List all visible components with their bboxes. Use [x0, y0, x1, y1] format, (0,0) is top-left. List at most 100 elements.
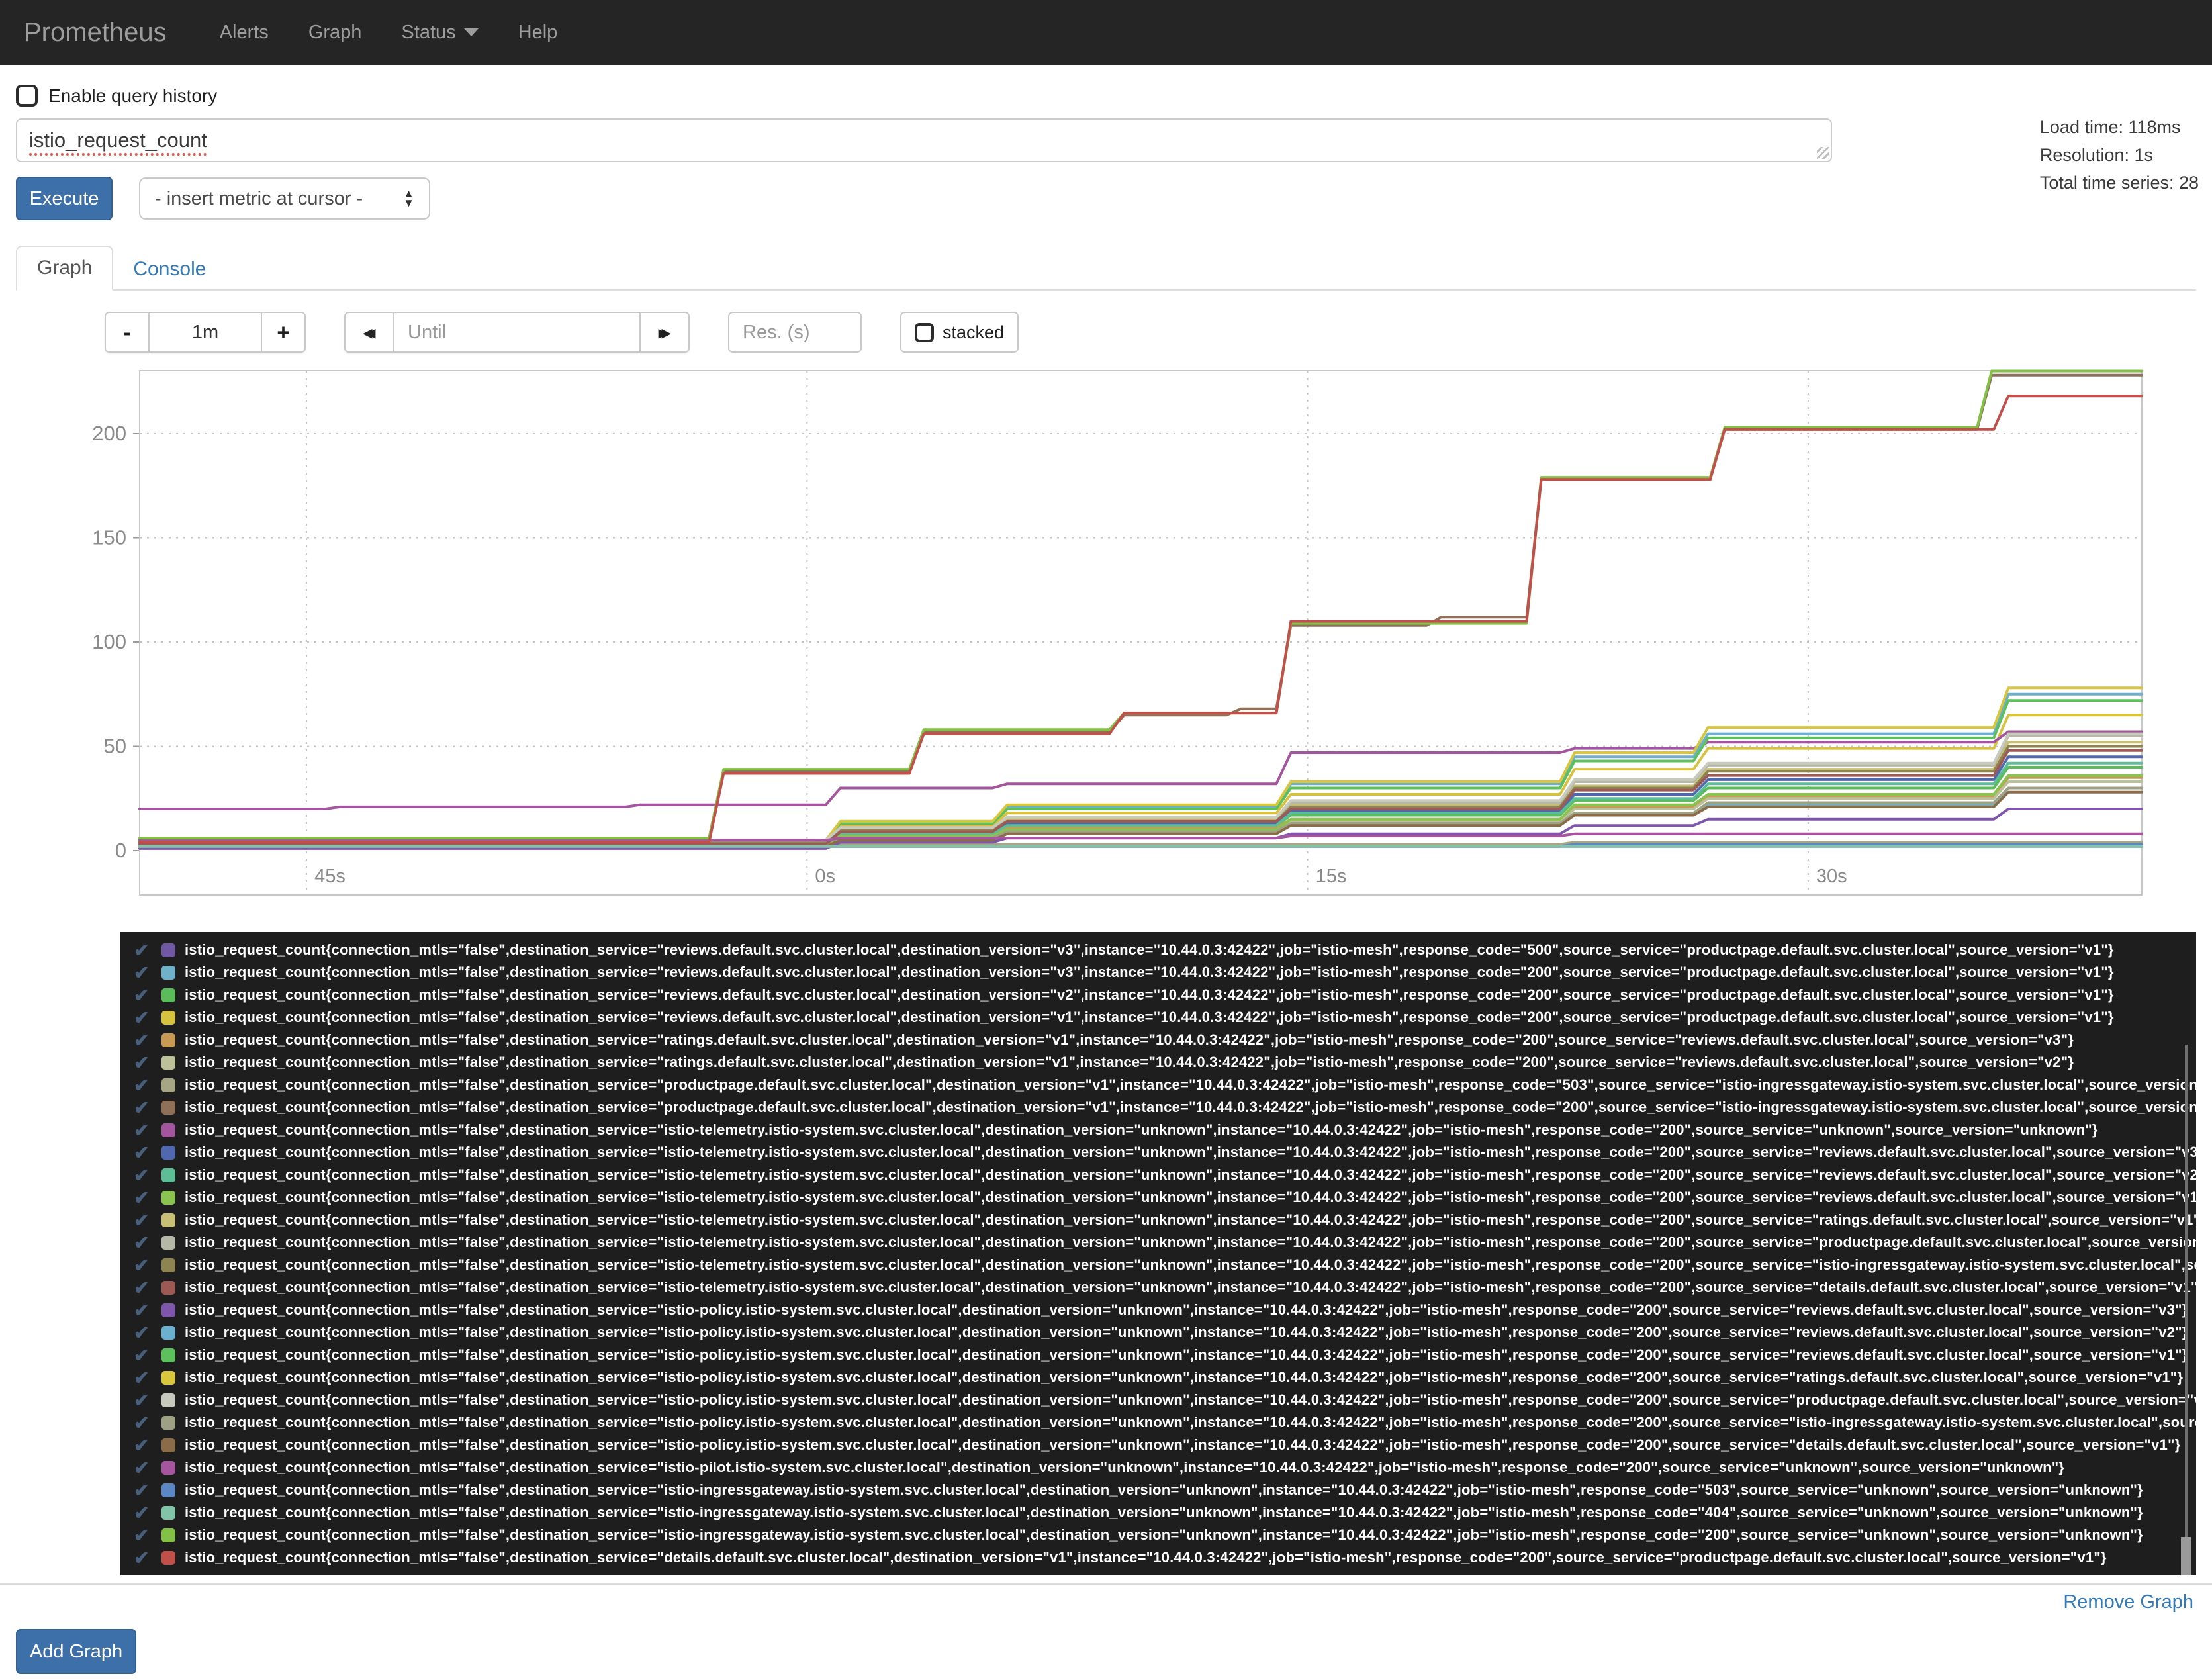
legend-color-swatch	[161, 1033, 175, 1047]
query-input[interactable]: istio_request_count	[16, 118, 1832, 162]
range-decrease-button[interactable]: -	[105, 312, 150, 353]
legend-color-swatch	[161, 1550, 175, 1565]
legend-item[interactable]: ✔ istio_request_count{connection_mtls="fa…	[134, 1096, 2196, 1119]
legend-item[interactable]: ✔ istio_request_count{connection_mtls="fa…	[134, 1164, 2196, 1186]
legend-item[interactable]: ✔ istio_request_count{connection_mtls="fa…	[134, 1029, 2196, 1051]
legend-item[interactable]: ✔ istio_request_count{connection_mtls="fa…	[134, 1501, 2196, 1524]
legend-item[interactable]: ✔ istio_request_count{connection_mtls="fa…	[134, 1344, 2196, 1366]
legend-item[interactable]: ✔ istio_request_count{connection_mtls="fa…	[134, 1006, 2196, 1029]
legend-item[interactable]: ✔ istio_request_count{connection_mtls="fa…	[134, 1456, 2196, 1479]
graph-panel: - + ◂◂ ▸▸ stacked 45s 0s 15s 30s 0 50 100 150 20…	[16, 312, 2196, 1575]
resolution: Resolution: 1s	[2039, 144, 2153, 165]
legend-check-icon: ✔	[134, 1232, 150, 1253]
legend-series-label: istio_request_count{connection_mtls="fal…	[185, 1436, 2181, 1453]
legend-check-icon: ✔	[134, 1254, 150, 1276]
legend-series-label: istio_request_count{connection_mtls="fal…	[185, 1144, 2196, 1160]
legend-item[interactable]: ✔ istio_request_count{connection_mtls="fa…	[134, 1299, 2196, 1321]
legend-color-swatch	[161, 1280, 175, 1295]
legend-series-label: istio_request_count{connection_mtls="fal…	[185, 964, 2114, 980]
legend-item[interactable]: ✔ istio_request_count{connection_mtls="fa…	[134, 1051, 2196, 1074]
legend-item[interactable]: ✔ istio_request_count{connection_mtls="fa…	[134, 1411, 2196, 1434]
legend-item[interactable]: ✔ istio_request_count{connection_mtls="fa…	[134, 1141, 2196, 1164]
svg-text:0s: 0s	[815, 866, 835, 887]
legend-color-swatch	[161, 1055, 175, 1070]
legend-item[interactable]: ✔ istio_request_count{connection_mtls="fa…	[134, 939, 2196, 961]
execute-row: Execute - insert metric at cursor - ▲ ▼	[16, 177, 2196, 220]
legend-check-icon: ✔	[134, 1187, 150, 1208]
legend-color-swatch	[161, 1010, 175, 1025]
legend-series-label: istio_request_count{connection_mtls="fal…	[185, 1076, 2196, 1093]
legend-color-swatch	[161, 1190, 175, 1205]
legend-color-swatch	[161, 1348, 175, 1362]
legend-item[interactable]: ✔ istio_request_count{connection_mtls="fa…	[134, 1254, 2196, 1276]
legend-color-swatch	[161, 1505, 175, 1520]
add-graph-button[interactable]: Add Graph	[16, 1629, 136, 1674]
stacked-toggle[interactable]: stacked	[900, 312, 1019, 353]
legend-item[interactable]: ✔ istio_request_count{connection_mtls="fa…	[134, 1389, 2196, 1411]
until-input[interactable]	[393, 312, 641, 353]
legend-item[interactable]: ✔ istio_request_count{connection_mtls="fa…	[134, 1231, 2196, 1254]
legend-item[interactable]: ✔ istio_request_count{connection_mtls="fa…	[134, 1366, 2196, 1389]
legend-item[interactable]: ✔ istio_request_count{connection_mtls="fa…	[134, 1434, 2196, 1456]
legend-item[interactable]: ✔ istio_request_count{connection_mtls="fa…	[134, 1546, 2196, 1569]
stacked-checkbox[interactable]	[915, 322, 934, 342]
resize-grip-icon[interactable]	[1817, 147, 1829, 159]
nav-item-alerts[interactable]: Alerts	[200, 22, 289, 44]
legend-check-icon: ✔	[134, 1007, 150, 1028]
legend-scrollbar-track[interactable]	[2185, 1045, 2188, 1575]
time-back-button[interactable]: ◂◂	[344, 312, 394, 353]
legend-color-swatch	[161, 1528, 175, 1542]
tab-graph[interactable]: Graph	[16, 246, 114, 291]
legend-series-label: istio_request_count{connection_mtls="fal…	[185, 1324, 2188, 1340]
legend-check-icon: ✔	[134, 1322, 150, 1343]
range-input[interactable]	[148, 312, 262, 353]
nav-item-status[interactable]: Status	[381, 22, 498, 44]
legend-color-swatch	[161, 1100, 175, 1115]
nav-item-help[interactable]: Help	[498, 22, 578, 44]
legend-check-icon: ✔	[134, 1412, 150, 1433]
legend-item[interactable]: ✔ istio_request_count{connection_mtls="fa…	[134, 1074, 2196, 1096]
legend-scrollbar-thumb[interactable]	[2181, 1537, 2191, 1575]
execute-button[interactable]: Execute	[16, 177, 113, 220]
svg-text:100: 100	[92, 630, 126, 653]
legend-item[interactable]: ✔ istio_request_count{connection_mtls="fa…	[134, 1524, 2196, 1546]
legend-color-swatch	[161, 1145, 175, 1160]
chart-area: 45s 0s 15s 30s 0 50 100 150 200	[64, 367, 2196, 900]
legend-check-icon: ✔	[134, 1479, 150, 1501]
legend-item[interactable]: ✔ istio_request_count{connection_mtls="fa…	[134, 961, 2196, 984]
legend-check-icon: ✔	[134, 939, 150, 960]
legend-item[interactable]: ✔ istio_request_count{connection_mtls="fa…	[134, 1321, 2196, 1344]
legend-check-icon: ✔	[134, 1457, 150, 1478]
svg-text:150: 150	[92, 526, 126, 549]
top-navbar: Prometheus Alerts Graph Status Help	[0, 0, 2212, 65]
legend-check-icon: ✔	[134, 1097, 150, 1118]
legend-item[interactable]: ✔ istio_request_count{connection_mtls="fa…	[134, 1276, 2196, 1299]
legend-item[interactable]: ✔ istio_request_count{connection_mtls="fa…	[134, 1479, 2196, 1501]
time-forward-button[interactable]: ▸▸	[639, 312, 690, 353]
legend-series-label: istio_request_count{connection_mtls="fal…	[185, 1054, 2074, 1070]
legend-item[interactable]: ✔ istio_request_count{connection_mtls="fa…	[134, 1119, 2196, 1141]
legend-item[interactable]: ✔ istio_request_count{connection_mtls="fa…	[134, 1186, 2196, 1209]
legend-color-swatch	[161, 988, 175, 1002]
tab-console[interactable]: Console	[113, 248, 226, 291]
resolution-input[interactable]	[728, 312, 862, 353]
legend-item[interactable]: ✔ istio_request_count{connection_mtls="fa…	[134, 1209, 2196, 1231]
range-increase-button[interactable]: +	[261, 312, 306, 353]
select-arrows-icon: ▲ ▼	[403, 187, 414, 209]
legend-item[interactable]: ✔ istio_request_count{connection_mtls="fa…	[134, 984, 2196, 1006]
legend-check-icon: ✔	[134, 1547, 150, 1568]
legend-series-label: istio_request_count{connection_mtls="fal…	[185, 1301, 2188, 1318]
remove-graph-link[interactable]: Remove Graph	[2063, 1591, 2193, 1613]
legend-check-icon: ✔	[134, 1277, 150, 1298]
legend-check-icon: ✔	[134, 1209, 150, 1231]
graph-canvas[interactable]: 45s 0s 15s 30s 0 50 100 150 200	[64, 367, 2147, 897]
enable-query-history-checkbox[interactable]	[16, 85, 38, 107]
legend-check-icon: ✔	[134, 1389, 150, 1411]
nav-item-graph[interactable]: Graph	[289, 22, 382, 44]
legend-color-swatch	[161, 1460, 175, 1475]
brand-prometheus[interactable]: Prometheus	[24, 18, 167, 48]
insert-metric-select[interactable]: - insert metric at cursor - ▲ ▼	[139, 177, 430, 220]
legend-color-swatch	[161, 1325, 175, 1340]
legend-color-swatch	[161, 1370, 175, 1385]
legend-series-label: istio_request_count{connection_mtls="fal…	[185, 1369, 2184, 1385]
